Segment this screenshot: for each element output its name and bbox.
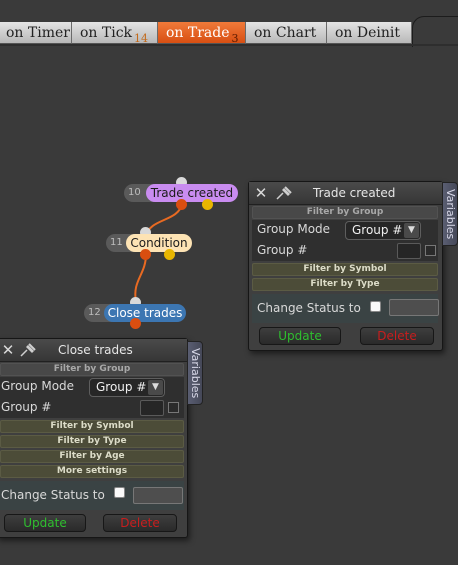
change-status-checkbox[interactable] bbox=[370, 301, 381, 312]
group-number-checkbox[interactable] bbox=[168, 402, 179, 413]
connector-line bbox=[145, 203, 183, 237]
panel-title: Trade created bbox=[313, 186, 396, 200]
group-mode-value: Group # bbox=[352, 223, 403, 237]
variables-tab[interactable]: Variables bbox=[442, 182, 458, 246]
section-filter-by-age[interactable]: Filter by Age bbox=[0, 450, 184, 463]
variables-tab[interactable]: Variables bbox=[187, 341, 203, 405]
node-output-port[interactable] bbox=[140, 249, 151, 260]
section-filter-by-symbol[interactable]: Filter by Symbol bbox=[252, 263, 438, 276]
section-filter-by-group[interactable]: Filter by Group bbox=[252, 206, 438, 219]
node-label: Close trades bbox=[104, 304, 186, 322]
section-filter-by-type[interactable]: Filter by Type bbox=[252, 278, 438, 291]
node-label: Condition bbox=[126, 234, 192, 252]
change-status-input[interactable] bbox=[389, 299, 439, 316]
close-icon[interactable]: ✕ bbox=[253, 184, 269, 202]
delete-button[interactable]: Delete bbox=[360, 327, 434, 345]
group-number-label: Group # bbox=[1, 400, 52, 414]
group-number-label: Group # bbox=[257, 243, 308, 257]
section-filter-by-group[interactable]: Filter by Group bbox=[0, 363, 184, 376]
variables-tab-label: Variables bbox=[444, 188, 457, 240]
panel-trade-created: ✕ Trade created Filter by Group Group Mo… bbox=[248, 181, 443, 351]
group-mode-label: Group Mode bbox=[1, 379, 75, 393]
section-filter-by-type[interactable]: Filter by Type bbox=[0, 435, 184, 448]
delete-button[interactable]: Delete bbox=[103, 514, 177, 532]
chevron-down-icon[interactable]: ▼ bbox=[404, 223, 419, 238]
group-mode-label: Group Mode bbox=[257, 222, 331, 236]
panel-header: ✕ Close trades bbox=[0, 339, 187, 362]
node-output-port-alt[interactable] bbox=[202, 199, 213, 210]
update-button[interactable]: Update bbox=[259, 327, 341, 345]
change-status-label: Change Status to bbox=[1, 488, 105, 502]
group-mode-select[interactable]: Group # ▼ bbox=[345, 221, 421, 240]
connector-line bbox=[134, 253, 147, 303]
panel-close-trades: ✕ Close trades Filter by Group Group Mod… bbox=[0, 338, 188, 538]
node-output-port[interactable] bbox=[130, 318, 141, 329]
change-status-input[interactable] bbox=[133, 487, 183, 504]
node-output-port[interactable] bbox=[176, 199, 187, 210]
update-button[interactable]: Update bbox=[4, 514, 86, 532]
group-mode-select[interactable]: Group # ▼ bbox=[89, 378, 165, 397]
pin-icon[interactable] bbox=[19, 342, 37, 358]
section-more-settings[interactable]: More settings bbox=[0, 465, 184, 478]
change-status-checkbox[interactable] bbox=[114, 487, 125, 498]
group-number-checkbox[interactable] bbox=[425, 245, 436, 256]
group-mode-value: Group # bbox=[96, 380, 147, 394]
node-output-port-alt[interactable] bbox=[164, 249, 175, 260]
panel-header: ✕ Trade created bbox=[249, 182, 442, 205]
section-filter-by-symbol[interactable]: Filter by Symbol bbox=[0, 420, 184, 433]
pin-icon[interactable] bbox=[275, 185, 293, 201]
close-icon[interactable]: ✕ bbox=[0, 341, 16, 359]
group-number-input[interactable] bbox=[397, 243, 421, 259]
change-status-label: Change Status to bbox=[257, 301, 361, 315]
chevron-down-icon[interactable]: ▼ bbox=[148, 380, 163, 395]
variables-tab-label: Variables bbox=[189, 347, 202, 399]
group-number-input[interactable] bbox=[140, 400, 164, 416]
node-label: Trade created bbox=[146, 184, 238, 202]
panel-title: Close trades bbox=[58, 343, 133, 357]
